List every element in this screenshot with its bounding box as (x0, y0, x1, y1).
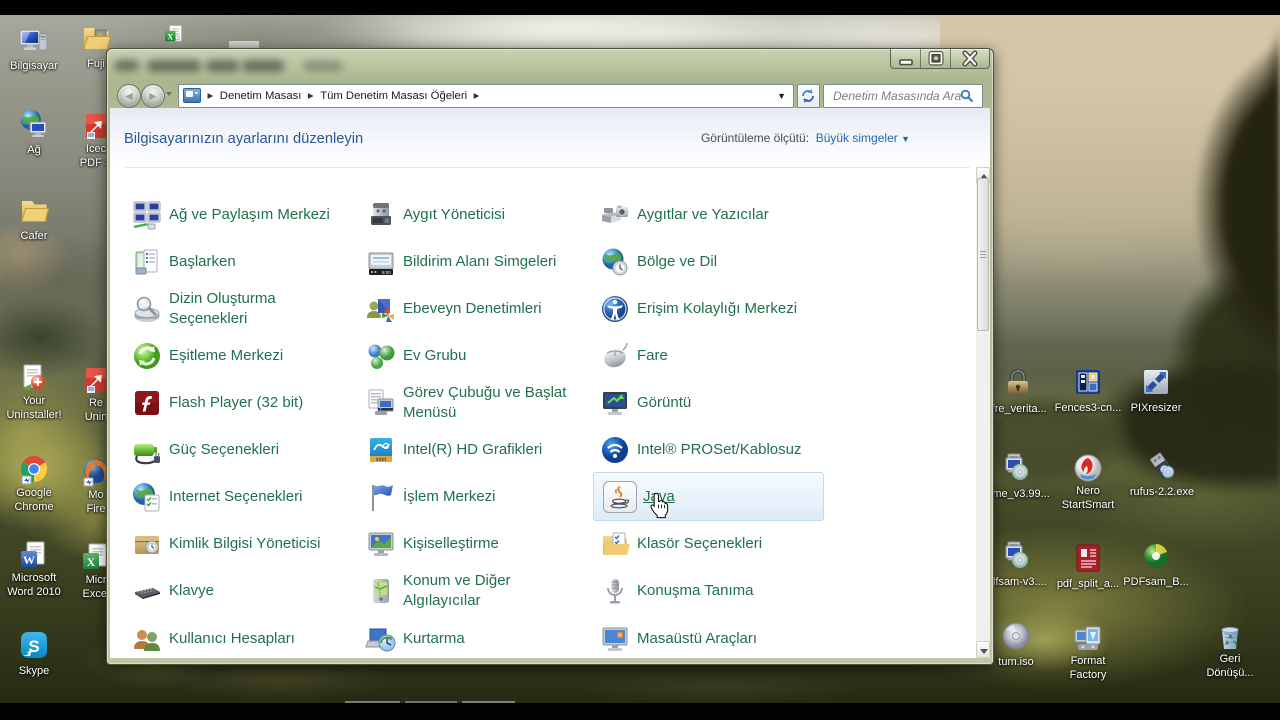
svg-text:X: X (167, 32, 173, 41)
svg-text:X: X (87, 555, 96, 569)
svg-text:8:00: 8:00 (382, 270, 391, 275)
svg-text:W: W (23, 553, 35, 567)
svg-text:intel: intel (376, 457, 386, 463)
